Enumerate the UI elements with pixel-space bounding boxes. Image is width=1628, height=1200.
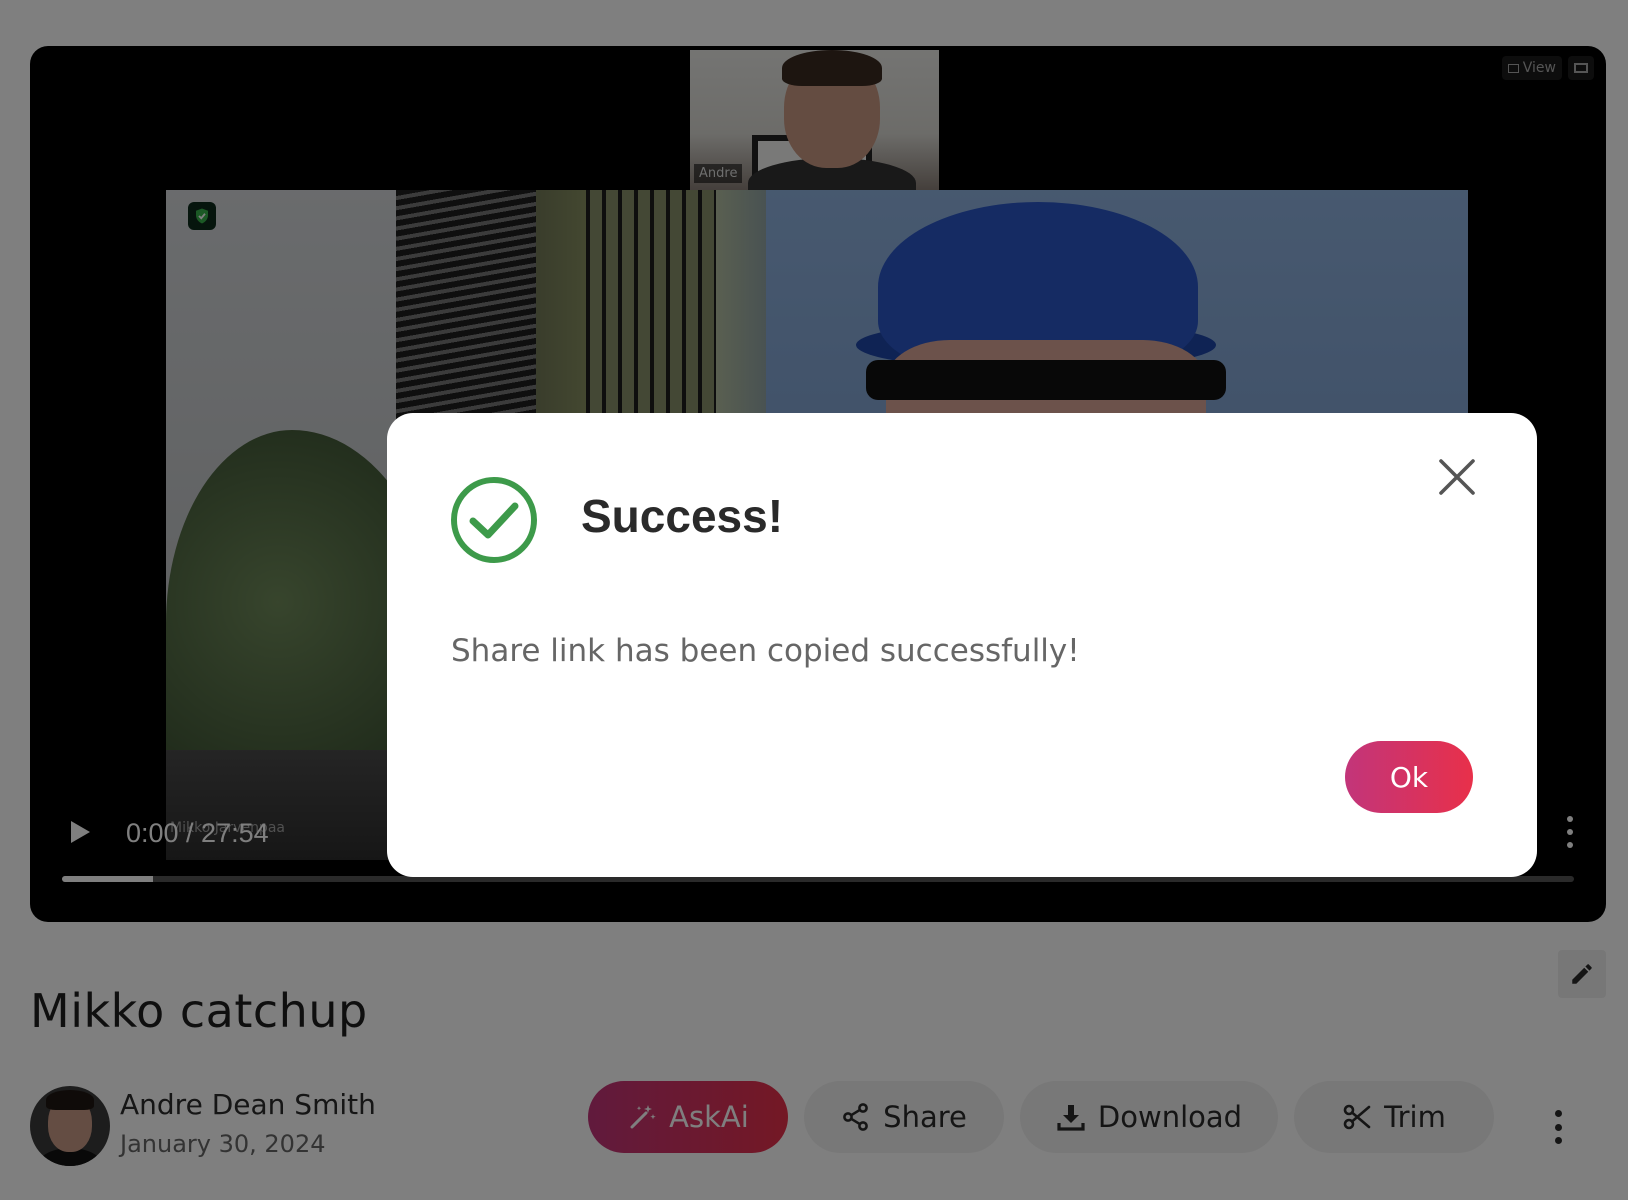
check-circle-icon — [451, 477, 537, 563]
success-dialog: Success! Share link has been copied succ… — [387, 413, 1537, 877]
ok-button[interactable]: Ok — [1345, 741, 1473, 813]
dialog-title: Success! — [581, 490, 784, 542]
close-icon[interactable] — [1437, 457, 1477, 497]
dialog-message: Share link has been copied successfully! — [451, 633, 1080, 669]
